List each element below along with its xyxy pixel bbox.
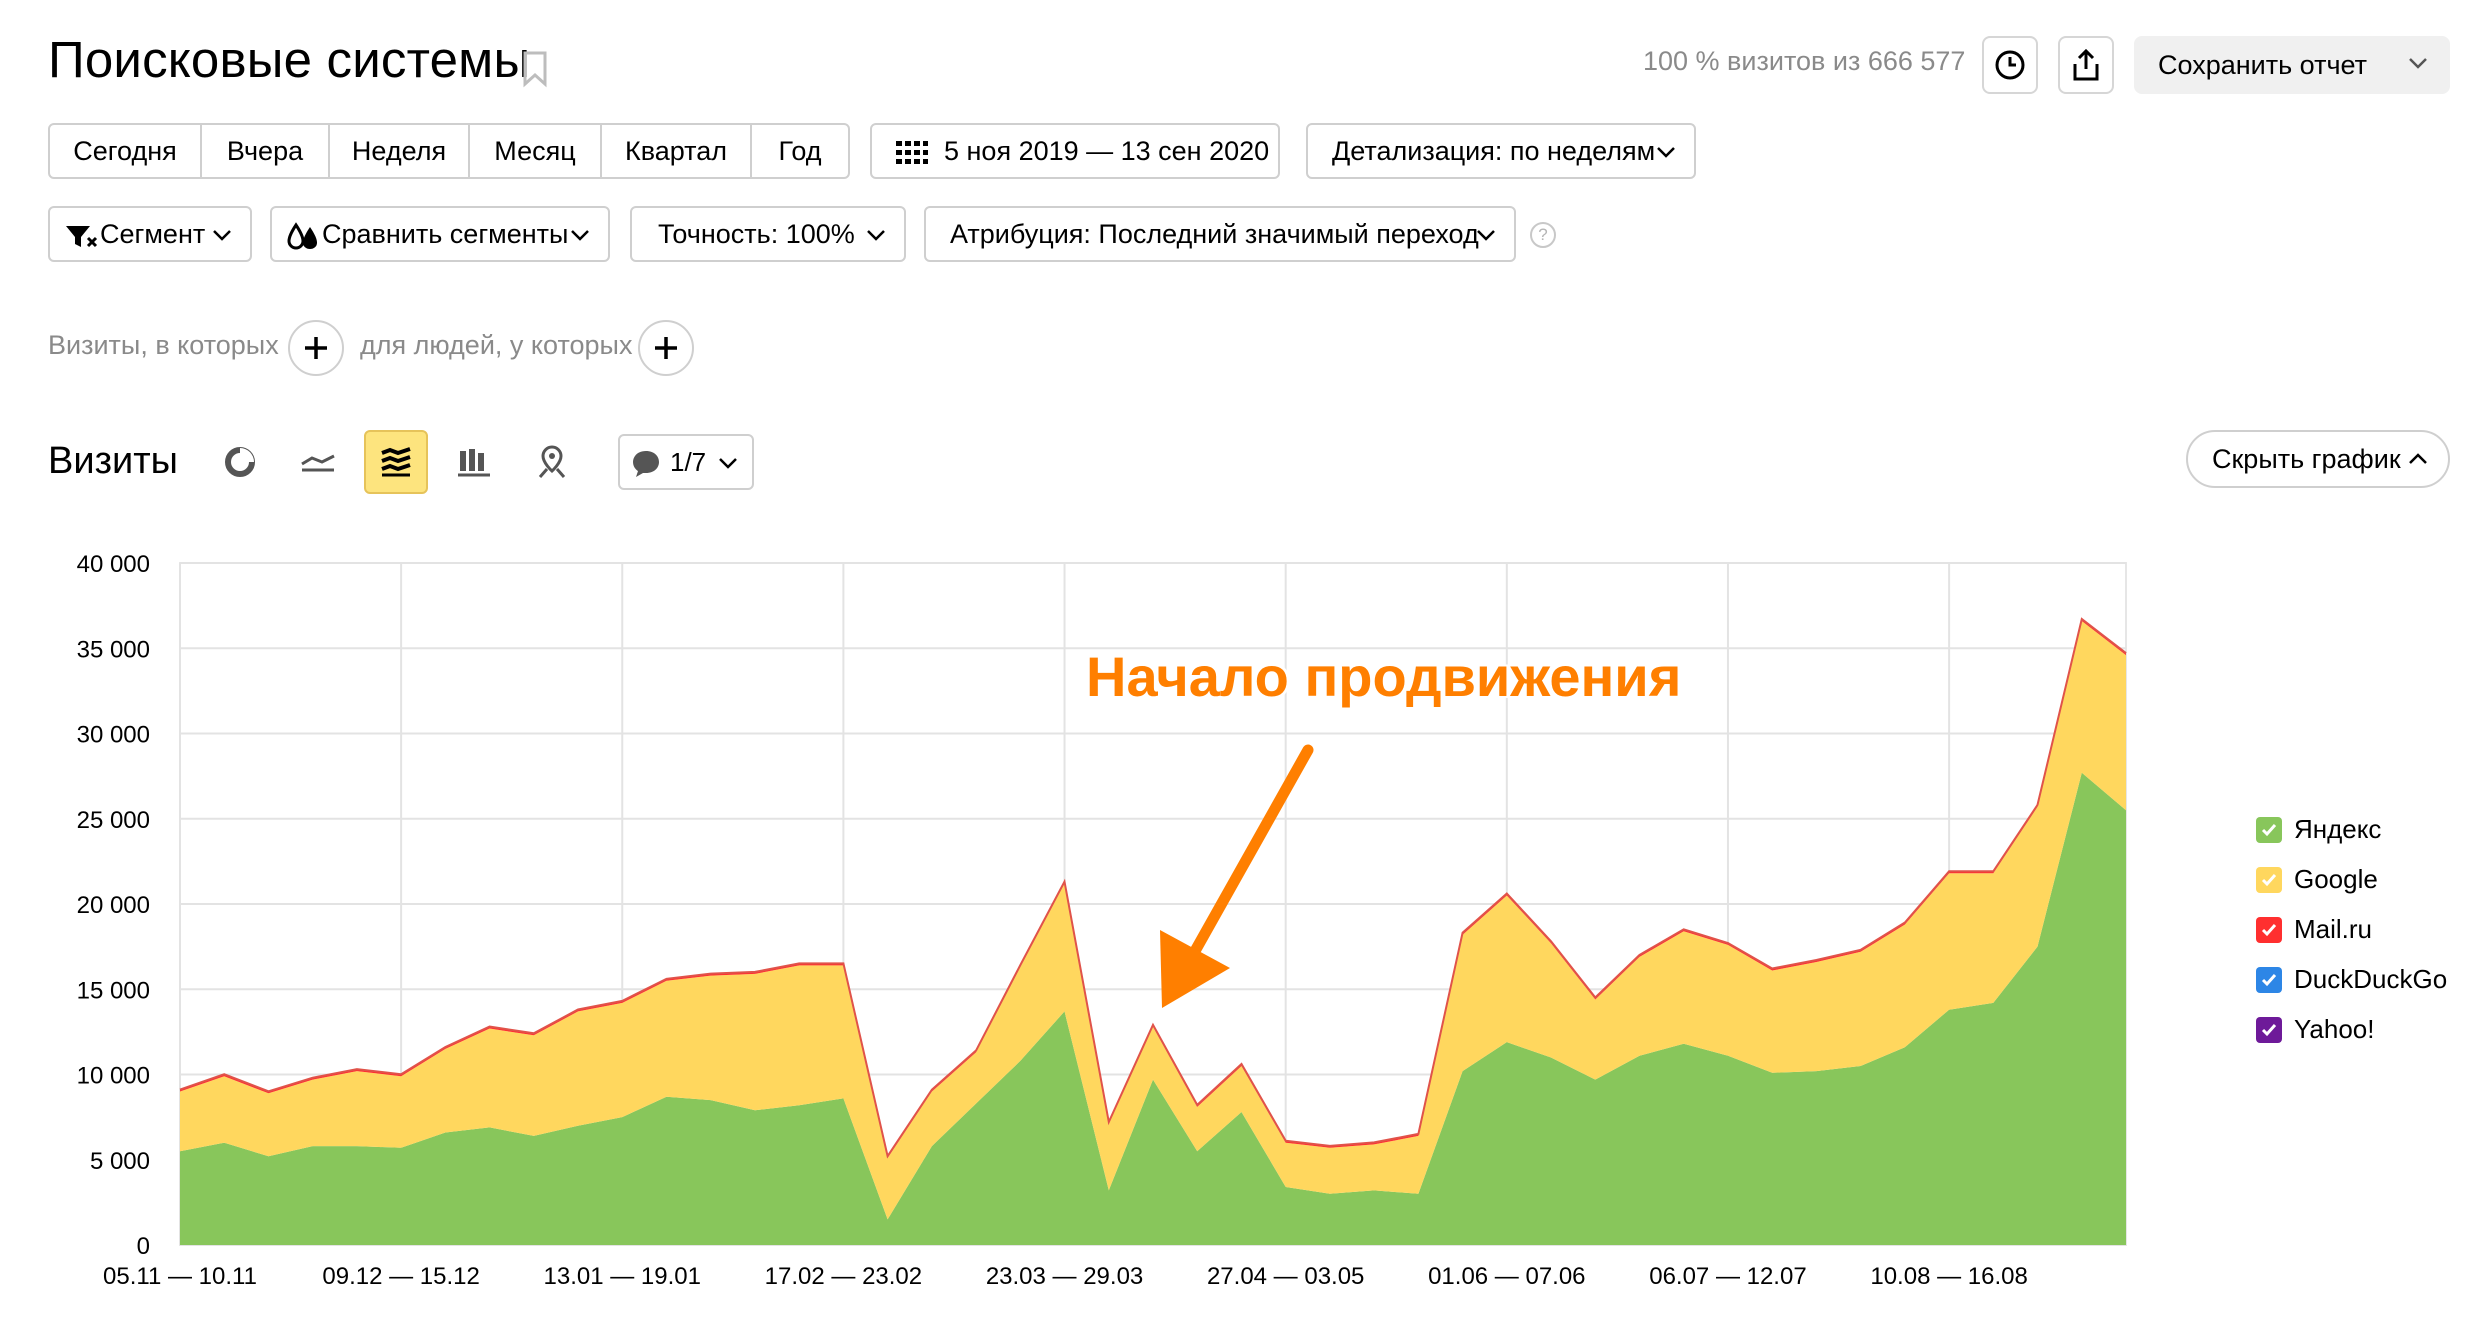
x-tick-label: 05.11 — 10.11	[103, 1263, 257, 1290]
checkbox-checked-icon	[2256, 816, 2282, 843]
x-tick-label: 01.06 — 07.06	[1428, 1263, 1585, 1290]
checkbox-checked-icon	[2256, 1016, 2282, 1043]
legend-item-yandex[interactable]: Яндекс	[2256, 814, 2381, 845]
legend-label: DuckDuckGo	[2294, 964, 2448, 994]
x-tick-label: 10.08 — 16.08	[1870, 1263, 2027, 1290]
legend-item-duckduckgo[interactable]: DuckDuckGo	[2256, 964, 2447, 995]
y-tick-label: 40 000	[77, 551, 150, 578]
legend-label: Mail.ru	[2294, 914, 2373, 944]
y-tick-label: 30 000	[77, 722, 150, 749]
y-tick-label: 10 000	[77, 1063, 150, 1090]
checkbox-checked-icon	[2256, 866, 2282, 893]
promotion-start-annotation: Начало продвижения	[1086, 645, 1682, 708]
y-tick-label: 5 000	[90, 1148, 150, 1175]
y-tick-label: 20 000	[77, 892, 150, 919]
x-tick-label: 06.07 — 12.07	[1649, 1263, 1806, 1290]
x-tick-label: 23.03 — 29.03	[986, 1263, 1143, 1290]
y-tick-label: 0	[137, 1233, 150, 1260]
x-tick-label: 17.02 — 23.02	[765, 1263, 922, 1290]
y-tick-label: 15 000	[77, 977, 150, 1004]
x-tick-label: 09.12 — 15.12	[322, 1263, 479, 1290]
checkbox-checked-icon	[2256, 916, 2282, 943]
x-tick-label: 27.04 — 03.05	[1207, 1263, 1364, 1290]
y-tick-label: 25 000	[77, 807, 150, 834]
legend-label: Яндекс	[2294, 814, 2382, 844]
x-tick-label: 13.01 — 19.01	[544, 1263, 701, 1290]
y-tick-label: 35 000	[77, 636, 150, 663]
legend-item-google[interactable]: Google	[2256, 864, 2378, 895]
checkbox-checked-icon	[2256, 966, 2282, 993]
legend-label: Google	[2294, 864, 2378, 894]
legend-item-mailru[interactable]: Mail.ru	[2256, 914, 2372, 945]
legend-item-yahoo[interactable]: Yahoo!	[2256, 1014, 2374, 1045]
legend-label: Yahoo!	[2294, 1014, 2375, 1044]
